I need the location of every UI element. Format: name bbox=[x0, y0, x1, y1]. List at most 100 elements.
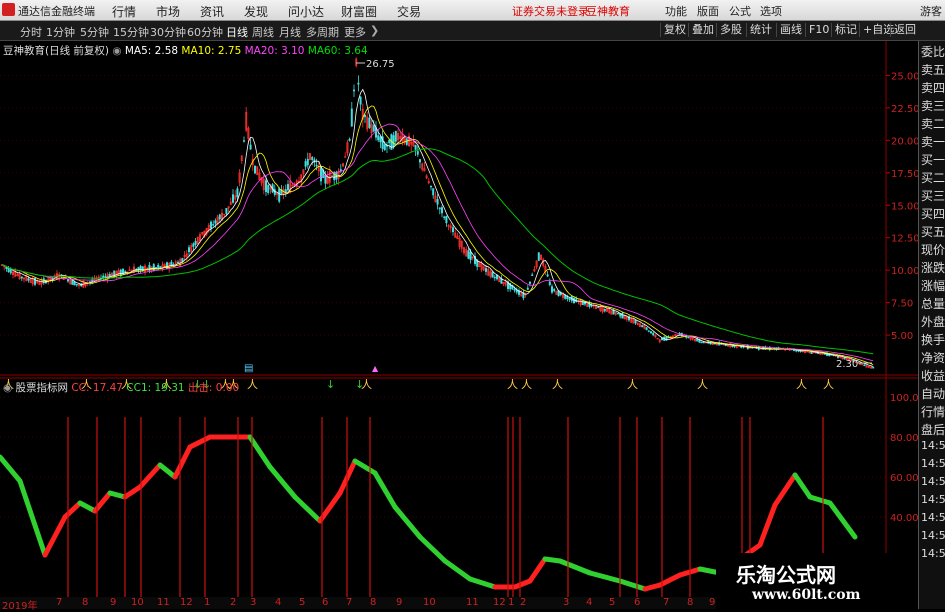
panel-buy2[interactable]: 买二 bbox=[921, 169, 945, 186]
tongji-button[interactable]: 统计 bbox=[746, 23, 775, 37]
oscillator-segment bbox=[587, 570, 623, 584]
panel-change-pct[interactable]: 涨幅 bbox=[921, 277, 945, 294]
panel-market[interactable]: 行情 bbox=[921, 403, 945, 420]
panel-time: 14:50 bbox=[921, 475, 945, 488]
panel-buy3[interactable]: 买三 bbox=[921, 187, 945, 204]
menu-jiaoyi[interactable]: 交易 bbox=[397, 3, 421, 20]
panel-turnover[interactable]: 换手 bbox=[921, 331, 945, 348]
period-15min[interactable]: 15分钟 bbox=[113, 24, 149, 40]
candle-body bbox=[493, 276, 496, 279]
menu-zixun[interactable]: 资讯 bbox=[200, 3, 224, 20]
menu-gongshi[interactable]: 公式 bbox=[729, 3, 751, 19]
menu-banmian[interactable]: 版面 bbox=[697, 3, 719, 19]
period-monthly[interactable]: 月线 bbox=[279, 24, 301, 40]
x-tick: 9 bbox=[110, 597, 117, 608]
candle-body bbox=[379, 136, 382, 143]
candle-body bbox=[315, 164, 318, 167]
f10-button[interactable]: F10 bbox=[805, 23, 832, 37]
huaxian-button[interactable]: 画线 bbox=[776, 23, 805, 37]
period-fenshi[interactable]: 分时 bbox=[20, 24, 42, 40]
candle-body bbox=[394, 131, 397, 142]
panel-auto[interactable]: 自动 bbox=[921, 385, 945, 402]
biaoji-button[interactable]: 标记 bbox=[831, 23, 860, 37]
candle-body bbox=[645, 327, 648, 331]
panel-buy4[interactable]: 买四 bbox=[921, 205, 945, 222]
candle-body bbox=[491, 271, 494, 278]
menu-gongneng[interactable]: 功能 bbox=[665, 3, 687, 19]
candle-body bbox=[27, 278, 30, 281]
dropdown-circle-icon[interactable]: ◉ bbox=[112, 45, 125, 57]
candle-body bbox=[388, 139, 391, 144]
menu-xuanxiang[interactable]: 选项 bbox=[760, 3, 782, 19]
login-status[interactable]: 证券交易未登录 bbox=[512, 3, 589, 19]
panel-sell5[interactable]: 卖五 bbox=[921, 61, 945, 78]
candle-body bbox=[537, 252, 540, 261]
period-multi[interactable]: 多周期 bbox=[306, 24, 339, 40]
candle-body bbox=[352, 89, 355, 92]
candle-body bbox=[616, 312, 619, 315]
candle-body bbox=[9, 269, 12, 274]
chevron-down-icon[interactable]: ❯ bbox=[370, 24, 379, 37]
candle-body bbox=[181, 257, 184, 262]
candle-body bbox=[436, 199, 439, 205]
panel-earnings[interactable]: 收益 bbox=[921, 367, 945, 384]
oscillator-segment bbox=[527, 556, 548, 584]
candle-body bbox=[445, 216, 448, 224]
dropdown-circle-icon[interactable]: ◉ bbox=[3, 382, 16, 394]
period-1min[interactable]: 1分钟 bbox=[46, 24, 75, 40]
panel-sell3[interactable]: 卖三 bbox=[921, 97, 945, 114]
panel-buy1[interactable]: 买一 bbox=[921, 151, 945, 168]
period-60min[interactable]: 60分钟 bbox=[187, 24, 223, 40]
panel-weibi[interactable]: 委比 bbox=[921, 43, 945, 60]
menu-shichang[interactable]: 市场 bbox=[156, 3, 180, 20]
panel-volume[interactable]: 总量 bbox=[921, 295, 945, 312]
candle-body bbox=[124, 271, 127, 273]
candle-body bbox=[324, 175, 327, 184]
panel-sell2[interactable]: 卖二 bbox=[921, 115, 945, 132]
guest-label[interactable]: 游客 bbox=[920, 3, 942, 19]
chart-area[interactable]: 25.00 22.50 20.00 17.50 15.00 12.50 10.00 7.50 5… bbox=[0, 41, 918, 597]
stock-name-link[interactable]: 豆神教育 bbox=[586, 3, 630, 19]
candle-body bbox=[550, 286, 553, 293]
candle-body bbox=[553, 289, 556, 292]
signal-person-icon: 人 bbox=[361, 378, 372, 391]
candle-body bbox=[225, 207, 228, 214]
candle-body bbox=[137, 267, 140, 272]
menu-hangqing[interactable]: 行情 bbox=[112, 3, 136, 20]
candle-body bbox=[363, 114, 366, 118]
panel-after-hours[interactable]: 盘后 bbox=[921, 421, 945, 438]
period-weekly[interactable]: 周线 bbox=[252, 24, 274, 40]
panel-buy5[interactable]: 买五 bbox=[921, 223, 945, 240]
candle-body bbox=[243, 140, 246, 142]
panel-sell4[interactable]: 卖四 bbox=[921, 79, 945, 96]
panel-outer-volume[interactable]: 外盘 bbox=[921, 313, 945, 330]
period-5min[interactable]: 5分钟 bbox=[80, 24, 109, 40]
candle-body bbox=[267, 184, 270, 193]
panel-net-assets[interactable]: 净资 bbox=[921, 349, 945, 366]
menu-wenxiaoda[interactable]: 问小达 bbox=[288, 3, 324, 20]
duogu-button[interactable]: 多股 bbox=[716, 23, 745, 37]
candle-body bbox=[484, 268, 487, 272]
period-daily[interactable]: 日线 bbox=[226, 24, 248, 40]
fuquan-button[interactable]: 复权 bbox=[660, 23, 689, 37]
panel-change[interactable]: 涨跌 bbox=[921, 259, 945, 276]
back-button[interactable]: 返回 bbox=[890, 23, 919, 37]
oscillator-segment bbox=[792, 472, 813, 500]
panel-sell1[interactable]: 卖一 bbox=[921, 133, 945, 150]
x-tick: 1 bbox=[204, 597, 211, 608]
panel-price[interactable]: 现价 bbox=[921, 241, 945, 258]
candle-body bbox=[414, 144, 417, 150]
menu-caifuquan[interactable]: 财富圈 bbox=[341, 3, 377, 20]
x-tick: 2019年 bbox=[2, 601, 38, 612]
menu-faxian[interactable]: 发现 bbox=[244, 3, 268, 20]
signal-person-icon: 人 bbox=[552, 378, 563, 391]
candle-body bbox=[254, 165, 257, 174]
period-30min[interactable]: 30分钟 bbox=[150, 24, 186, 40]
indicator-tick-label: 60.00 bbox=[890, 473, 918, 484]
candle-body bbox=[177, 261, 180, 264]
diejia-button[interactable]: 叠加 bbox=[688, 23, 717, 37]
indicator-name: 股票指标网 bbox=[15, 382, 69, 394]
period-more[interactable]: 更多 bbox=[344, 24, 366, 40]
oscillator-segment bbox=[372, 470, 398, 510]
quote-side-panel: 委比 卖五 卖四 卖三 卖二 卖一 买一 买二 买三 买四 买五 现价 涨跌 涨… bbox=[918, 41, 945, 609]
